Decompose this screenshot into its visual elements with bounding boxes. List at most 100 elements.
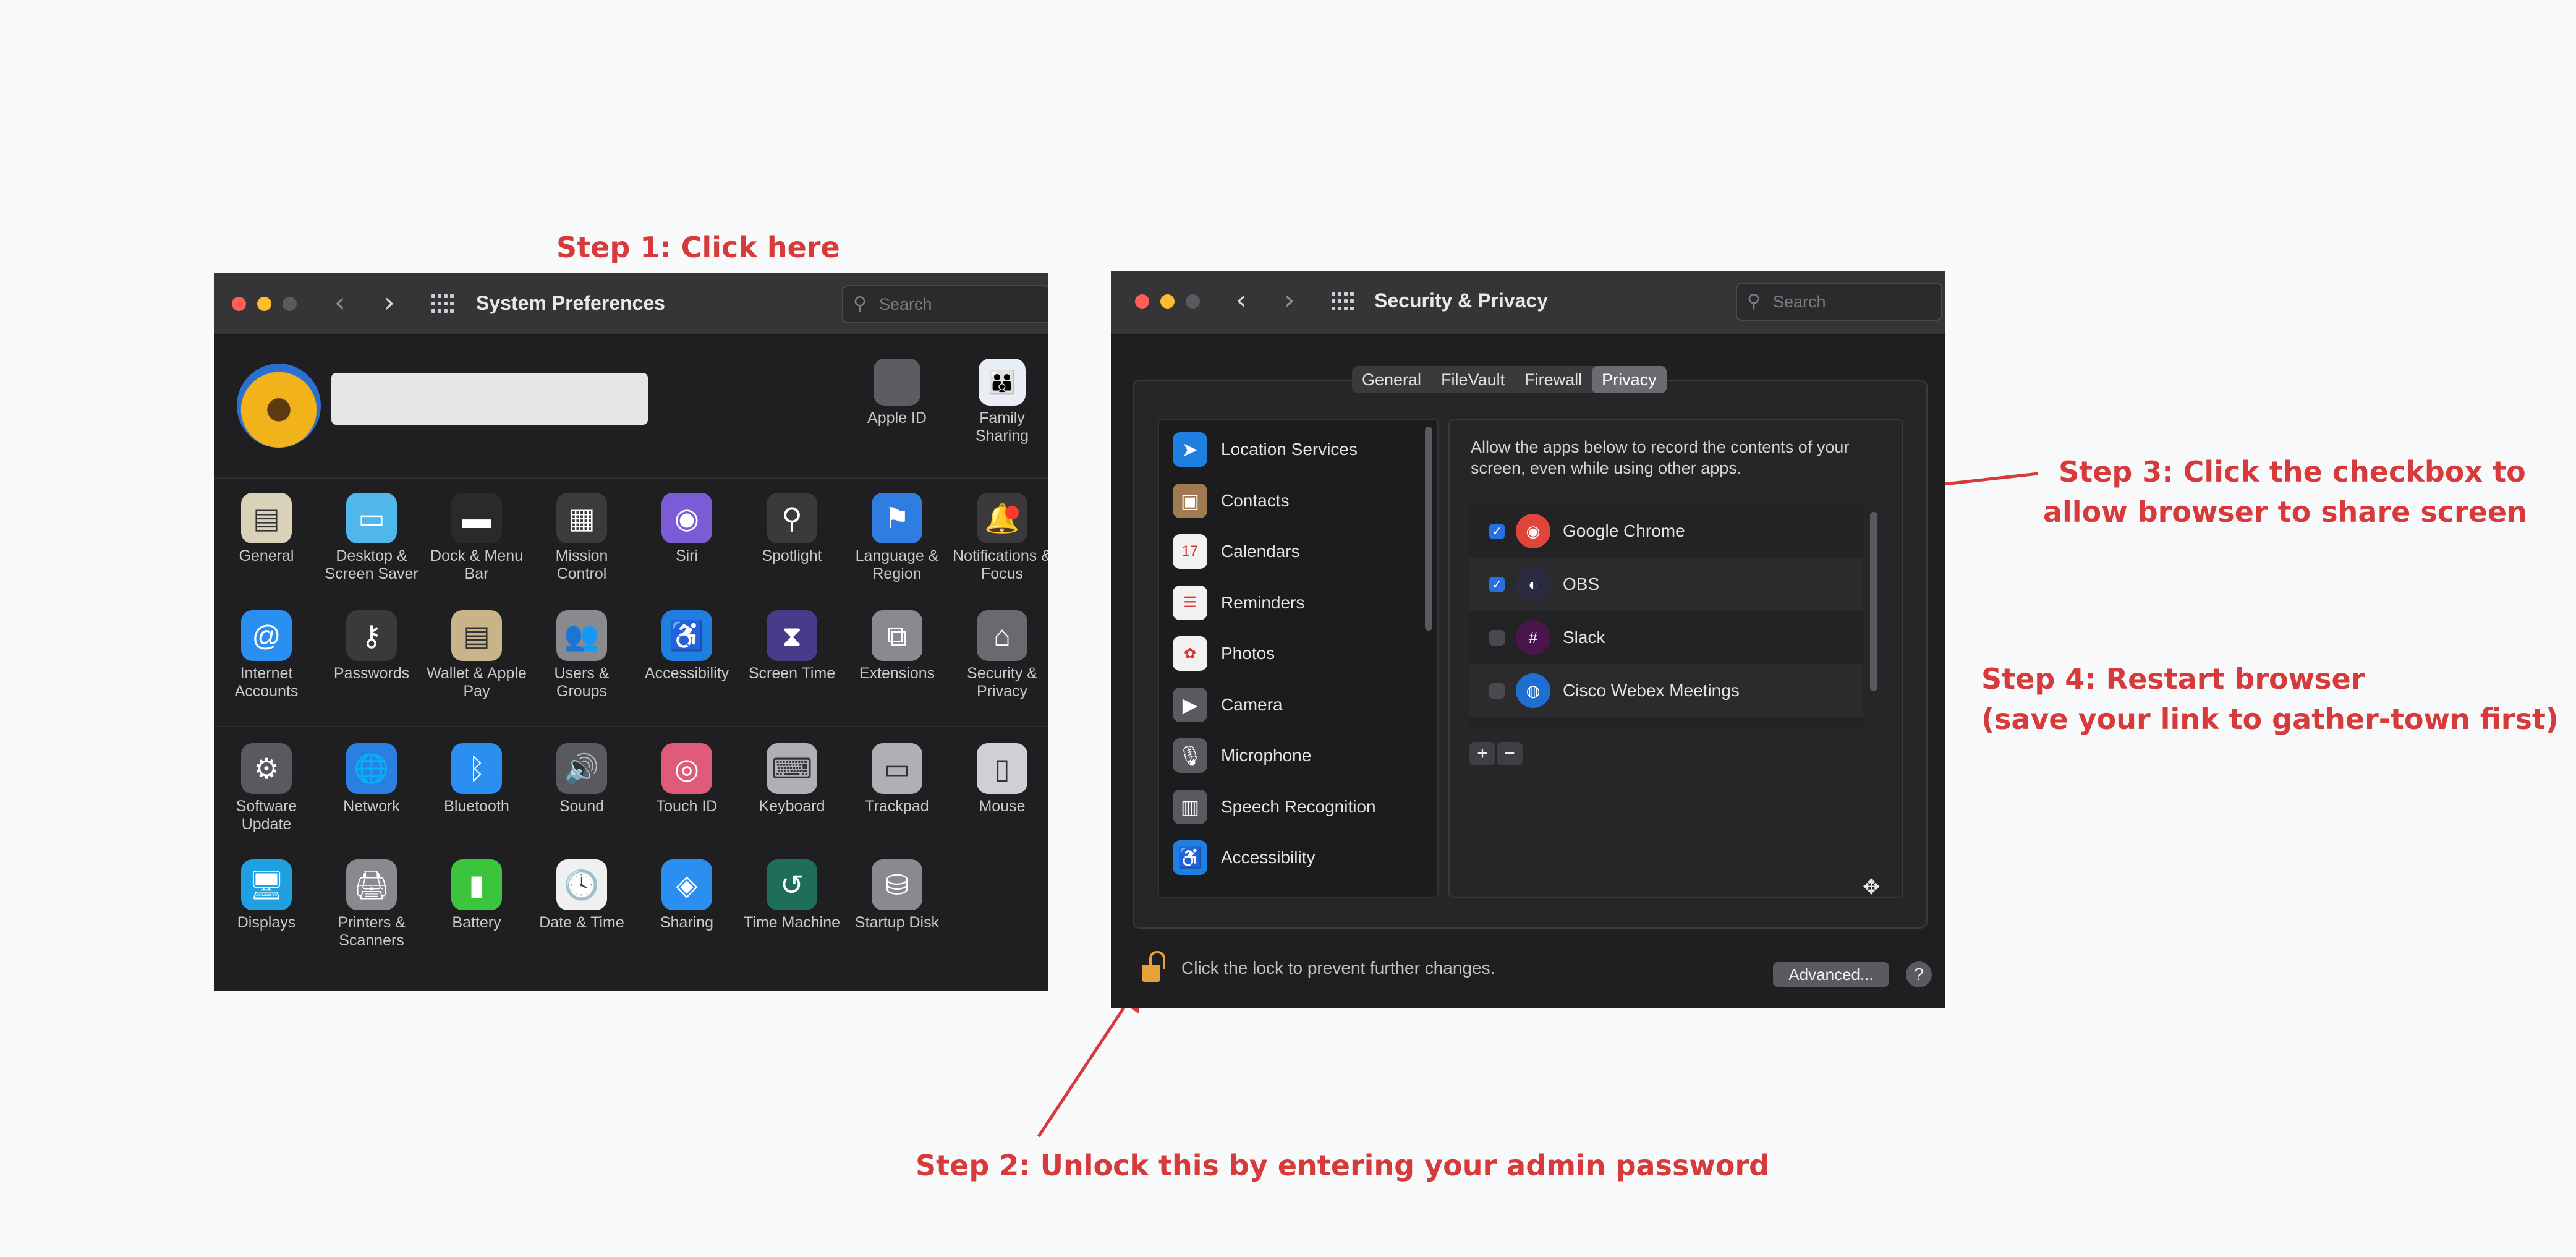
- pref-dock[interactable]: ▬ Dock & Menu Bar: [424, 493, 529, 583]
- pref-internet-accounts[interactable]: @ Internet Accounts: [214, 610, 319, 701]
- app-list-scrollbar[interactable]: [1870, 512, 1877, 691]
- minimize-button[interactable]: [1160, 294, 1175, 309]
- sidebar-item-reminders[interactable]: ☰ Reminders: [1173, 577, 1304, 628]
- tab-firewall[interactable]: Firewall: [1515, 366, 1592, 393]
- search-placeholder: Search: [879, 295, 932, 313]
- privacy-category-list: ➤ Location Services ▣ Contacts 17 Calendars ☰ R…: [1158, 419, 1439, 898]
- tab-general[interactable]: General: [1352, 366, 1431, 393]
- pref-battery[interactable]: ▮ Battery: [424, 859, 529, 932]
- pref-accessibility[interactable]: ♿ Accessibility: [634, 610, 739, 683]
- pref-siri[interactable]: ◉ Siri: [634, 493, 739, 565]
- obs-icon: ◐: [1516, 567, 1550, 602]
- search-field[interactable]: ⚲ Search: [1736, 283, 1942, 321]
- close-button[interactable]: [232, 297, 246, 311]
- close-button[interactable]: [1135, 294, 1149, 309]
- zoom-button[interactable]: [1186, 294, 1200, 309]
- pref-screen-time[interactable]: ⧗ Screen Time: [739, 610, 844, 683]
- sidebar-item-accessibility[interactable]: ♿ Accessibility: [1173, 832, 1315, 883]
- sidebar-item-microphone[interactable]: 🎙 Microphone: [1173, 730, 1311, 781]
- pref-label: Passwords: [333, 665, 410, 682]
- pref-software-update[interactable]: ⚙ Software Update: [214, 743, 319, 833]
- back-icon[interactable]: ‹: [334, 289, 346, 317]
- chrome-icon: ◉: [1516, 514, 1550, 548]
- sidebar-item-photos[interactable]: ✿ Photos: [1173, 628, 1275, 679]
- tab-bar: General FileVault Firewall Privacy: [1352, 366, 1667, 393]
- pref-displays[interactable]: 🖥 Displays: [214, 859, 319, 932]
- forward-icon[interactable]: ›: [1284, 287, 1295, 314]
- pref-label: Keyboard: [759, 798, 825, 815]
- network-icon: 🌐: [346, 743, 397, 794]
- app-row-webex: ◍ Cisco Webex Meetings: [1469, 664, 1863, 717]
- app-checkbox[interactable]: ✓: [1489, 523, 1505, 539]
- lock-icon[interactable]: [1142, 951, 1165, 982]
- pref-time-machine[interactable]: ↺ Time Machine: [739, 859, 844, 932]
- pref-label: Trackpad: [865, 798, 929, 815]
- microphone-icon: 🎙: [1173, 738, 1207, 773]
- app-name: Google Chrome: [1563, 521, 1685, 540]
- pref-printers[interactable]: 🖨 Printers & Scanners: [319, 859, 424, 950]
- forward-icon[interactable]: ›: [384, 289, 395, 317]
- search-field[interactable]: ⚲ Search: [842, 285, 1048, 323]
- move-cursor-icon: ✥: [1863, 876, 1881, 899]
- user-avatar[interactable]: [237, 364, 321, 448]
- pref-security-privacy[interactable]: ⌂ Security & Privacy: [950, 610, 1048, 701]
- title-bar: ‹ › Security & Privacy ⚲ Search: [1111, 271, 1945, 336]
- trackpad-icon: ▭: [872, 743, 922, 794]
- tab-privacy[interactable]: Privacy: [1592, 366, 1667, 393]
- step1-label: Step 1: Click here: [556, 231, 840, 264]
- zoom-button[interactable]: [283, 297, 297, 311]
- sidebar-item-speech[interactable]: ▥ Speech Recognition: [1173, 782, 1376, 832]
- pref-notifications[interactable]: 🔔 Notifications & Focus: [950, 493, 1048, 583]
- pref-mouse[interactable]: ▯ Mouse: [950, 743, 1048, 816]
- users-groups-icon: 👥: [556, 610, 607, 661]
- minimize-button[interactable]: [257, 297, 271, 311]
- app-checkbox[interactable]: ✓: [1489, 576, 1505, 592]
- app-checkbox[interactable]: [1489, 629, 1505, 646]
- pref-startup-disk[interactable]: ⛁ Startup Disk: [844, 859, 950, 932]
- pref-mission-control[interactable]: ▦ Mission Control: [529, 493, 634, 583]
- pref-bluetooth[interactable]: ᛒ Bluetooth: [424, 743, 529, 816]
- sidebar-item-calendars[interactable]: 17 Calendars: [1173, 526, 1300, 577]
- pref-label: Mouse: [979, 798, 1026, 815]
- pref-date-time[interactable]: 🕓 Date & Time: [529, 859, 634, 932]
- pref-apple-id[interactable]: Apple ID: [844, 359, 950, 427]
- advanced-button[interactable]: Advanced...: [1773, 962, 1889, 987]
- tab-filevault[interactable]: FileVault: [1431, 366, 1515, 393]
- pref-keyboard[interactable]: ⌨ Keyboard: [739, 743, 844, 816]
- help-button[interactable]: ?: [1906, 961, 1932, 987]
- window-title: Security & Privacy: [1374, 289, 1549, 312]
- pref-desktop[interactable]: ▭ Desktop & Screen Saver: [319, 493, 424, 583]
- step4-label-line1: Step 4: Restart browser: [1981, 662, 2365, 696]
- app-checkbox[interactable]: [1489, 683, 1505, 699]
- pref-extensions[interactable]: ⧉ Extensions: [844, 610, 950, 683]
- back-icon[interactable]: ‹: [1236, 287, 1247, 314]
- pref-sound[interactable]: 🔊 Sound: [529, 743, 634, 816]
- app-row-slack: # Slack: [1469, 611, 1863, 664]
- pref-family-sharing[interactable]: 👪 Family Sharing: [950, 359, 1048, 445]
- sidebar-item-camera[interactable]: ▶ Camera: [1173, 680, 1283, 730]
- app-name: Cisco Webex Meetings: [1563, 681, 1740, 700]
- remove-app-button[interactable]: −: [1497, 742, 1523, 765]
- pref-language-region[interactable]: ⚑ Language & Region: [844, 493, 950, 583]
- sharing-icon: ◈: [661, 859, 712, 910]
- show-all-grid-icon[interactable]: [431, 294, 454, 314]
- pref-spotlight[interactable]: ⚲ Spotlight: [739, 493, 844, 565]
- pref-touch-id[interactable]: ◎ Touch ID: [634, 743, 739, 816]
- time-machine-icon: ↺: [767, 859, 817, 910]
- accessibility-icon: ♿: [1173, 840, 1207, 875]
- pref-wallet[interactable]: ▤ Wallet & Apple Pay: [424, 610, 529, 701]
- sidebar-item-contacts[interactable]: ▣ Contacts: [1173, 475, 1290, 526]
- pref-network[interactable]: 🌐 Network: [319, 743, 424, 816]
- pref-label: Software Update: [236, 798, 297, 833]
- pref-general[interactable]: ▤ General: [214, 493, 319, 565]
- list-scrollbar[interactable]: [1425, 427, 1432, 631]
- pref-sharing[interactable]: ◈ Sharing: [634, 859, 739, 932]
- pref-trackpad[interactable]: ▭ Trackpad: [844, 743, 950, 816]
- show-all-grid-icon[interactable]: [1332, 292, 1354, 312]
- add-app-button[interactable]: +: [1469, 742, 1495, 765]
- pref-users-groups[interactable]: 👥 Users & Groups: [529, 610, 634, 701]
- lock-body: [1142, 965, 1160, 982]
- pref-passwords[interactable]: ⚷ Passwords: [319, 610, 424, 683]
- pref-label: Screen Time: [748, 665, 836, 682]
- sidebar-item-location[interactable]: ➤ Location Services: [1173, 424, 1358, 475]
